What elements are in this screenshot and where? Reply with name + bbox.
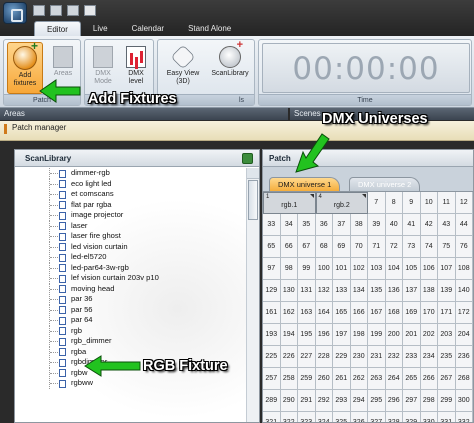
rgb-fixture-callout: RGB Fixture [143, 358, 228, 374]
dmx-universes-arrow [295, 133, 330, 173]
rgb-fixture-arrow [84, 355, 141, 377]
add-fixtures-callout: Add Fixtures [88, 91, 177, 107]
dmx-universes-callout: DMX Universes [322, 111, 428, 127]
tab-dmx-universe-1[interactable]: DMX universe 1 [269, 177, 341, 191]
annotation-arrows [39, 79, 330, 377]
add-fixtures-arrow [39, 79, 81, 103]
